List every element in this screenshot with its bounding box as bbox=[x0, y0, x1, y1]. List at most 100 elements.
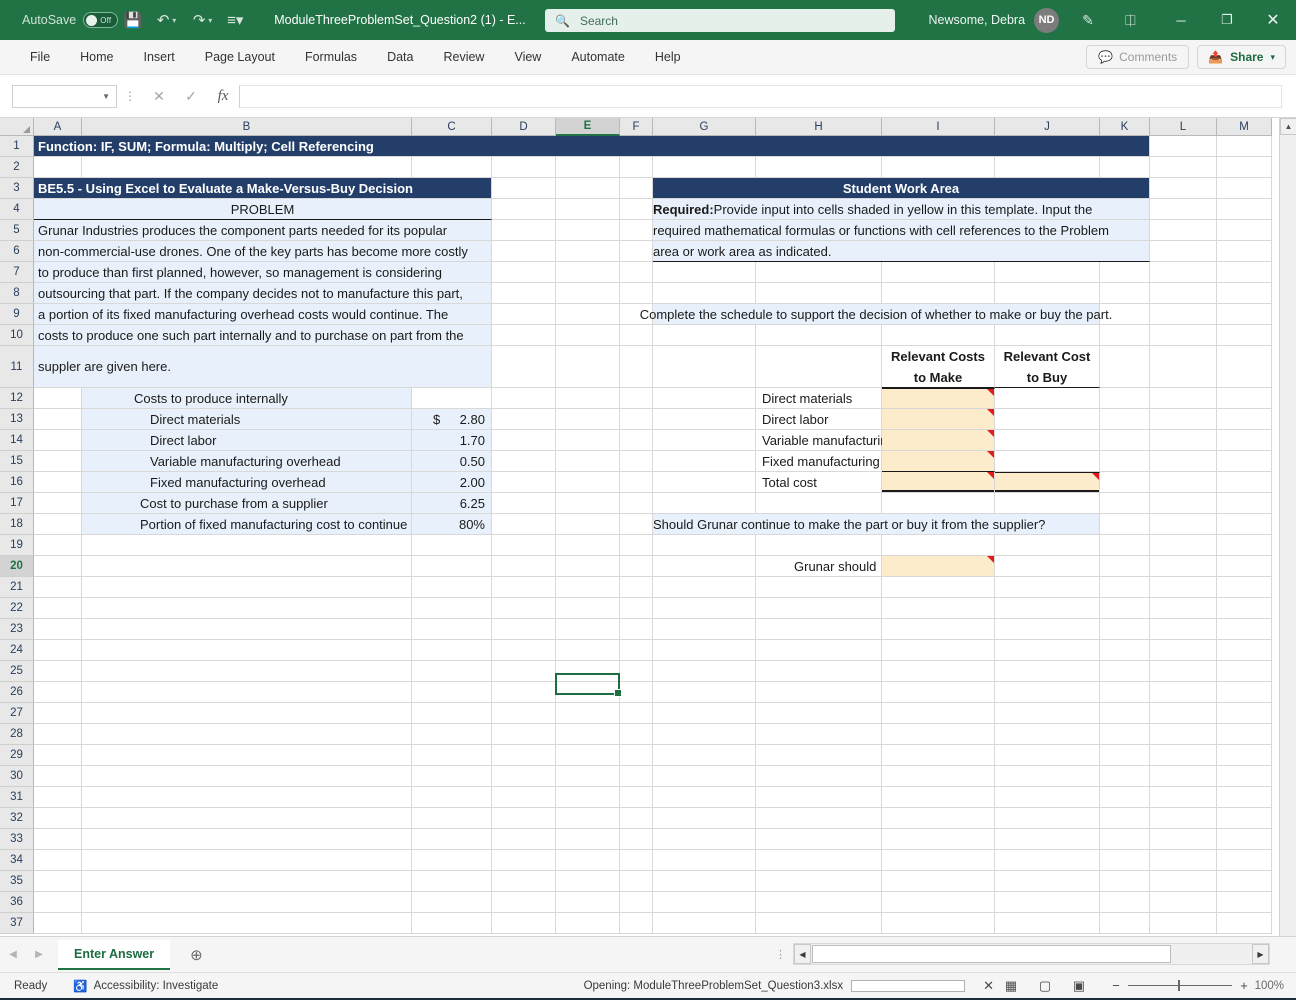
cell[interactable] bbox=[1217, 535, 1272, 556]
cell[interactable] bbox=[82, 535, 412, 556]
cell[interactable] bbox=[653, 451, 756, 472]
cell[interactable] bbox=[1150, 388, 1217, 409]
column-header-J[interactable]: J bbox=[995, 118, 1100, 136]
problem-line[interactable]: a portion of its fixed manufacturing ove… bbox=[34, 304, 492, 325]
cell[interactable] bbox=[1150, 283, 1217, 304]
cell[interactable] bbox=[756, 703, 882, 724]
cell[interactable] bbox=[882, 682, 995, 703]
cell[interactable] bbox=[995, 640, 1100, 661]
cancel-open-icon[interactable]: ✕ bbox=[983, 978, 994, 994]
schedule-make-input[interactable] bbox=[882, 451, 995, 472]
column-header-D[interactable]: D bbox=[492, 118, 556, 136]
schedule-make-input[interactable] bbox=[882, 430, 995, 451]
cell[interactable] bbox=[412, 787, 492, 808]
cost-item-label[interactable]: Variable manufacturing overhead bbox=[82, 451, 412, 472]
cell[interactable] bbox=[882, 157, 995, 178]
cell[interactable] bbox=[1100, 787, 1150, 808]
cell[interactable] bbox=[82, 892, 412, 913]
cell[interactable] bbox=[556, 493, 620, 514]
cell[interactable] bbox=[1217, 241, 1272, 262]
cell[interactable] bbox=[1150, 199, 1217, 220]
cell[interactable] bbox=[1100, 283, 1150, 304]
cell[interactable] bbox=[653, 388, 756, 409]
schedule-make-input[interactable] bbox=[882, 409, 995, 430]
cell[interactable] bbox=[995, 556, 1100, 577]
cell[interactable] bbox=[1217, 451, 1272, 472]
cell[interactable] bbox=[1150, 430, 1217, 451]
cell[interactable] bbox=[995, 787, 1100, 808]
cell[interactable] bbox=[653, 829, 756, 850]
cell[interactable] bbox=[1217, 556, 1272, 577]
cell[interactable] bbox=[1217, 850, 1272, 871]
row-header-9[interactable]: 9 bbox=[0, 304, 34, 325]
confirm-icon[interactable]: ✓ bbox=[175, 85, 207, 108]
row-header-19[interactable]: 19 bbox=[0, 535, 34, 556]
costs-heading[interactable]: Costs to produce internally bbox=[82, 388, 412, 409]
cell[interactable] bbox=[556, 409, 620, 430]
cell[interactable] bbox=[1100, 703, 1150, 724]
cell[interactable] bbox=[492, 640, 556, 661]
answer-label[interactable]: Grunar should bbox=[756, 556, 882, 577]
cell[interactable] bbox=[556, 913, 620, 934]
cell[interactable] bbox=[1150, 346, 1217, 388]
horizontal-scrollbar[interactable]: ◀ ▶ bbox=[793, 943, 1270, 965]
cell[interactable] bbox=[620, 787, 653, 808]
cost-item-label[interactable]: Direct materials bbox=[82, 409, 412, 430]
cell[interactable] bbox=[620, 514, 653, 535]
cell[interactable] bbox=[1150, 850, 1217, 871]
cell[interactable] bbox=[492, 724, 556, 745]
row-header-23[interactable]: 23 bbox=[0, 619, 34, 640]
cell[interactable] bbox=[412, 157, 492, 178]
zoom-out-button[interactable]: − bbox=[1108, 978, 1124, 993]
schedule-make-input[interactable] bbox=[882, 388, 995, 409]
cell[interactable] bbox=[34, 703, 82, 724]
cell[interactable] bbox=[556, 661, 620, 682]
cell[interactable] bbox=[1100, 619, 1150, 640]
cell[interactable] bbox=[556, 619, 620, 640]
cell[interactable] bbox=[82, 619, 412, 640]
row-header-30[interactable]: 30 bbox=[0, 766, 34, 787]
row-header-15[interactable]: 15 bbox=[0, 451, 34, 472]
cell[interactable] bbox=[653, 703, 756, 724]
cell[interactable] bbox=[34, 661, 82, 682]
cell[interactable] bbox=[1150, 451, 1217, 472]
cell[interactable] bbox=[620, 871, 653, 892]
tab-page-layout[interactable]: Page Layout bbox=[193, 46, 287, 68]
cell[interactable] bbox=[34, 577, 82, 598]
cell[interactable] bbox=[82, 577, 412, 598]
cell[interactable] bbox=[1150, 556, 1217, 577]
cell[interactable] bbox=[1217, 409, 1272, 430]
cell[interactable] bbox=[1217, 703, 1272, 724]
cell[interactable] bbox=[756, 829, 882, 850]
cell[interactable] bbox=[653, 598, 756, 619]
tab-insert[interactable]: Insert bbox=[132, 46, 187, 68]
tab-split-handle[interactable]: ⋮ bbox=[775, 948, 786, 961]
cell[interactable] bbox=[34, 787, 82, 808]
instruction-text[interactable]: Complete the schedule to support the dec… bbox=[640, 304, 1112, 325]
cell[interactable] bbox=[756, 724, 882, 745]
cell[interactable] bbox=[1217, 493, 1272, 514]
cell[interactable] bbox=[653, 472, 756, 493]
account-area[interactable]: Newsome, Debra ND ✎ ⎅ bbox=[928, 0, 1136, 40]
cell[interactable] bbox=[34, 157, 82, 178]
cell[interactable] bbox=[995, 325, 1100, 346]
cell[interactable] bbox=[1150, 808, 1217, 829]
cell[interactable] bbox=[620, 535, 653, 556]
cell[interactable] bbox=[653, 640, 756, 661]
cell[interactable] bbox=[34, 388, 82, 409]
cell[interactable] bbox=[34, 640, 82, 661]
cell[interactable] bbox=[653, 808, 756, 829]
cell[interactable] bbox=[1100, 598, 1150, 619]
cell[interactable] bbox=[492, 661, 556, 682]
cell[interactable] bbox=[82, 157, 412, 178]
add-sheet-icon[interactable]: ⊕ bbox=[190, 946, 203, 964]
cell[interactable] bbox=[492, 388, 556, 409]
row-header-22[interactable]: 22 bbox=[0, 598, 34, 619]
cell[interactable] bbox=[1217, 514, 1272, 535]
row-header-29[interactable]: 29 bbox=[0, 745, 34, 766]
cell[interactable] bbox=[882, 913, 995, 934]
cell[interactable] bbox=[82, 598, 412, 619]
schedule-make-input[interactable] bbox=[882, 472, 995, 493]
cell[interactable] bbox=[82, 724, 412, 745]
cell[interactable] bbox=[1150, 472, 1217, 493]
